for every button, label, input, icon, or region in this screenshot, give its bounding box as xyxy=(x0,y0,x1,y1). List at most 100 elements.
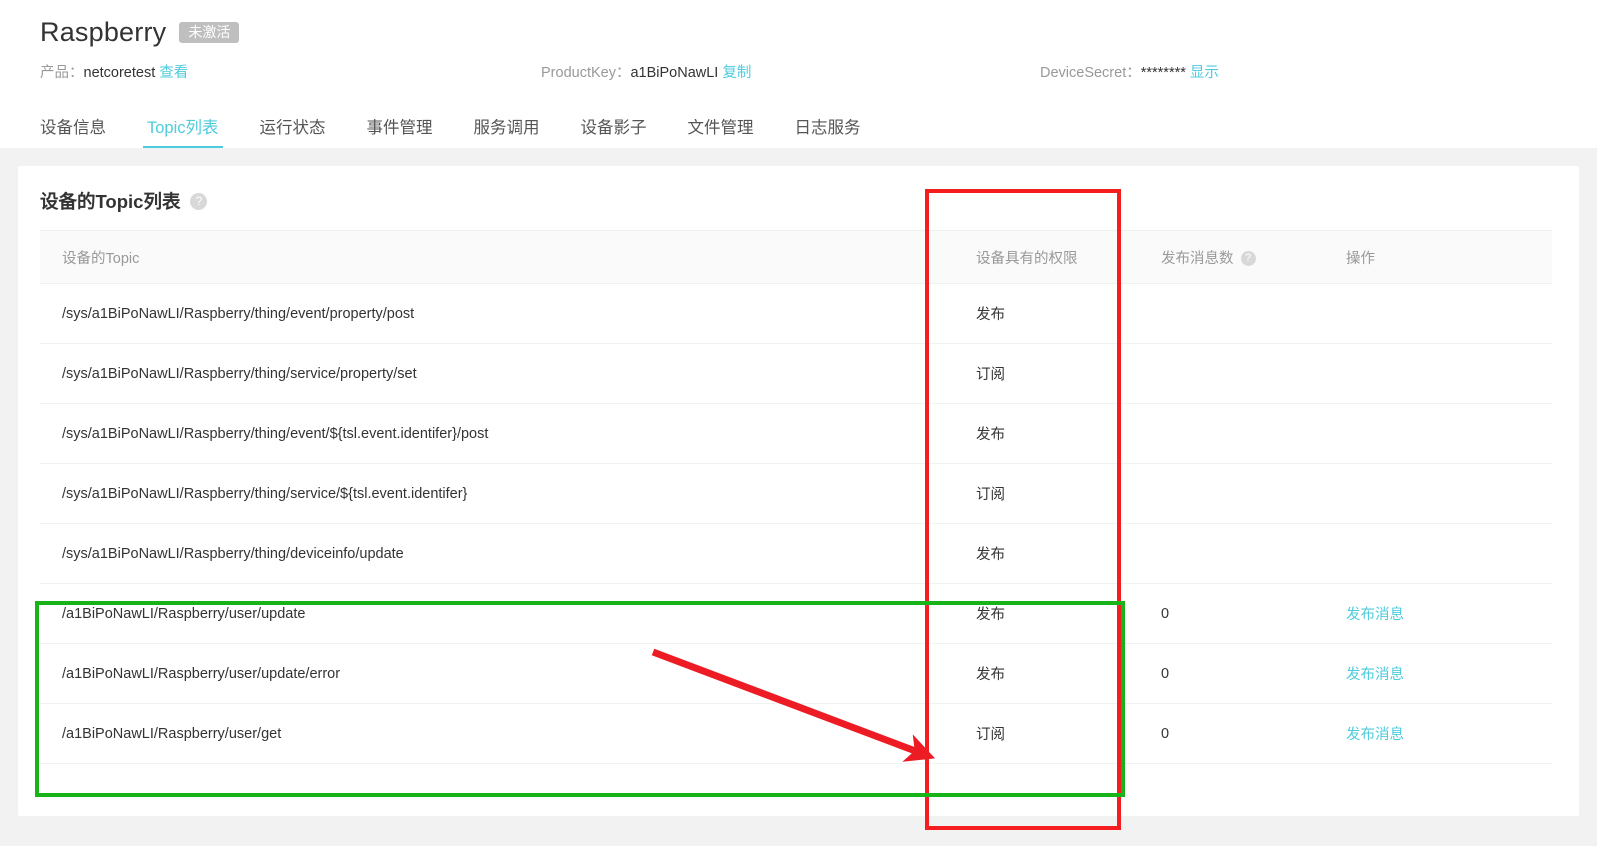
publish-message-link[interactable]: 发布消息 xyxy=(1337,607,1404,623)
tab-4[interactable]: 服务调用 xyxy=(474,114,540,148)
tab-1[interactable]: Topic列表 xyxy=(143,114,223,148)
publish-message-link[interactable]: 发布消息 xyxy=(1337,727,1404,743)
show-devicesecret-link[interactable]: 显示 xyxy=(1190,65,1219,81)
devicesecret-meta: DeviceSecret：******** 显示 xyxy=(1040,61,1219,82)
cell-permission: 发布 xyxy=(967,583,1152,644)
publish-count-value xyxy=(1152,366,1161,382)
tab-6[interactable]: 文件管理 xyxy=(688,114,754,148)
tab-label: 日志服务 xyxy=(794,119,861,137)
table-body: /sys/a1BiPoNawLI/Raspberry/thing/event/p… xyxy=(40,283,1552,764)
product-view-link[interactable]: 查看 xyxy=(159,65,188,81)
table-row: /a1BiPoNawLI/Raspberry/user/update 发布 0 发布消… xyxy=(40,583,1552,644)
cell-publish-count: 0 xyxy=(1152,643,1337,704)
cell-permission: 订阅 xyxy=(967,463,1152,524)
tab-label: 设备信息 xyxy=(40,119,106,137)
cell-topic: /a1BiPoNawLI/Raspberry/user/get xyxy=(40,703,967,764)
card-title-text: 设备的Topic列表 xyxy=(40,191,181,212)
productkey-meta: ProductKey：a1BiPoNawLI 复制 xyxy=(541,61,751,82)
column-header-action-label: 操作 xyxy=(1346,250,1375,267)
cell-permission: 发布 xyxy=(967,403,1152,464)
column-header-publish-count-label: 发布消息数 xyxy=(1161,250,1234,267)
cell-publish-count: 0 xyxy=(1152,703,1337,764)
permission-value: 订阅 xyxy=(976,367,1005,383)
permission-value: 发布 xyxy=(976,427,1005,443)
product-meta: 产品：netcoretest 查看 xyxy=(40,61,188,82)
cell-publish-count xyxy=(1152,283,1337,344)
cell-permission: 订阅 xyxy=(967,703,1152,764)
publish-count-value: 0 xyxy=(1161,725,1170,742)
table-row: /a1BiPoNawLI/Raspberry/user/update/error… xyxy=(40,643,1552,704)
copy-productkey-link[interactable]: 复制 xyxy=(722,65,751,81)
column-header-publish-count: 发布消息数? xyxy=(1152,230,1337,284)
cell-topic: /sys/a1BiPoNawLI/Raspberry/thing/event/p… xyxy=(40,283,967,344)
tab-label: 文件管理 xyxy=(687,119,754,137)
column-header-action: 操作 xyxy=(1337,230,1552,284)
publish-count-value: 0 xyxy=(1161,605,1170,622)
table-row: /sys/a1BiPoNawLI/Raspberry/thing/devicei… xyxy=(40,523,1552,584)
publish-count-value xyxy=(1152,486,1161,502)
column-header-permission-label: 设备具有的权限 xyxy=(976,250,1078,267)
permission-value: 发布 xyxy=(976,607,1005,623)
column-header-topic: 设备的Topic xyxy=(40,230,967,284)
cell-topic: /sys/a1BiPoNawLI/Raspberry/thing/event/$… xyxy=(40,403,967,464)
status-badge: 未激活 xyxy=(179,21,240,43)
cell-topic: /sys/a1BiPoNawLI/Raspberry/thing/service… xyxy=(40,343,967,404)
content-area: 设备的Topic列表 ? 设备的Topic 设备具有的权限 发布消息数? 操作 xyxy=(0,148,1597,816)
tab-5[interactable]: 设备影子 xyxy=(581,114,647,148)
title-row: Raspberry 未激活 xyxy=(0,0,1597,52)
tab-7[interactable]: 日志服务 xyxy=(795,114,861,148)
help-icon[interactable]: ? xyxy=(190,192,208,210)
tab-label: 服务调用 xyxy=(473,119,540,137)
cell-action xyxy=(1337,403,1552,464)
productkey-label: ProductKey： xyxy=(541,65,631,81)
table-row: /a1BiPoNawLI/Raspberry/user/get 订阅 0 发布消息 xyxy=(40,703,1552,764)
cell-action: 发布消息 xyxy=(1337,643,1552,704)
cell-permission: 发布 xyxy=(967,523,1152,584)
permission-value: 订阅 xyxy=(976,487,1005,503)
cell-action: 发布消息 xyxy=(1337,583,1552,644)
table-header-row: 设备的Topic 设备具有的权限 发布消息数? 操作 xyxy=(40,230,1552,284)
page-title: Raspberry xyxy=(40,16,167,47)
topic-list-card: 设备的Topic列表 ? 设备的Topic 设备具有的权限 发布消息数? 操作 xyxy=(18,166,1579,816)
productkey-value: a1BiPoNawLI xyxy=(630,65,719,81)
column-header-permission: 设备具有的权限 xyxy=(967,230,1152,284)
device-meta-row: 产品：netcoretest 查看 ProductKey：a1BiPoNawLI… xyxy=(0,61,1597,95)
permission-value: 发布 xyxy=(976,547,1005,563)
cell-action xyxy=(1337,523,1552,584)
product-value: netcoretest xyxy=(83,65,156,81)
cell-permission: 订阅 xyxy=(967,343,1152,404)
tab-0[interactable]: 设备信息 xyxy=(40,114,106,148)
tab-2[interactable]: 运行状态 xyxy=(260,114,326,148)
publish-count-value xyxy=(1152,306,1161,322)
cell-publish-count: 0 xyxy=(1152,583,1337,644)
cell-permission: 发布 xyxy=(967,643,1152,704)
cell-publish-count xyxy=(1152,463,1337,524)
topic-table: 设备的Topic 设备具有的权限 发布消息数? 操作 /sys/a1BiPoNa… xyxy=(40,230,1552,764)
tab-label: 运行状态 xyxy=(259,119,326,137)
devicesecret-value: ******** xyxy=(1140,65,1186,81)
publish-count-value xyxy=(1152,426,1161,442)
cell-action xyxy=(1337,463,1552,524)
cell-permission: 发布 xyxy=(967,283,1152,344)
cell-topic: /sys/a1BiPoNawLI/Raspberry/thing/service… xyxy=(40,463,967,524)
publish-count-value: 0 xyxy=(1161,665,1170,682)
table-row: /sys/a1BiPoNawLI/Raspberry/thing/service… xyxy=(40,343,1552,404)
publish-message-link[interactable]: 发布消息 xyxy=(1337,667,1404,683)
publish-count-help-icon[interactable]: ? xyxy=(1240,251,1256,267)
card-title: 设备的Topic列表 ? xyxy=(18,166,1579,230)
cell-publish-count xyxy=(1152,343,1337,404)
product-label: 产品： xyxy=(40,65,84,81)
permission-value: 订阅 xyxy=(976,727,1005,743)
table-row: /sys/a1BiPoNawLI/Raspberry/thing/event/$… xyxy=(40,403,1552,464)
cell-topic: /a1BiPoNawLI/Raspberry/user/update/error xyxy=(40,643,967,704)
tab-3[interactable]: 事件管理 xyxy=(367,114,433,148)
table-row: /sys/a1BiPoNawLI/Raspberry/thing/service… xyxy=(40,463,1552,524)
page-header: Raspberry 未激活 产品：netcoretest 查看 ProductK… xyxy=(0,0,1597,148)
cell-publish-count xyxy=(1152,523,1337,584)
tab-label: 事件管理 xyxy=(366,119,433,137)
permission-value: 发布 xyxy=(976,667,1005,683)
devicesecret-label: DeviceSecret： xyxy=(1040,65,1141,81)
cell-publish-count xyxy=(1152,403,1337,464)
tab-bar: 设备信息 Topic列表 运行状态 事件管理 服务调用 设备影子 文件管理 日志服务 xyxy=(40,102,902,148)
cell-action xyxy=(1337,343,1552,404)
